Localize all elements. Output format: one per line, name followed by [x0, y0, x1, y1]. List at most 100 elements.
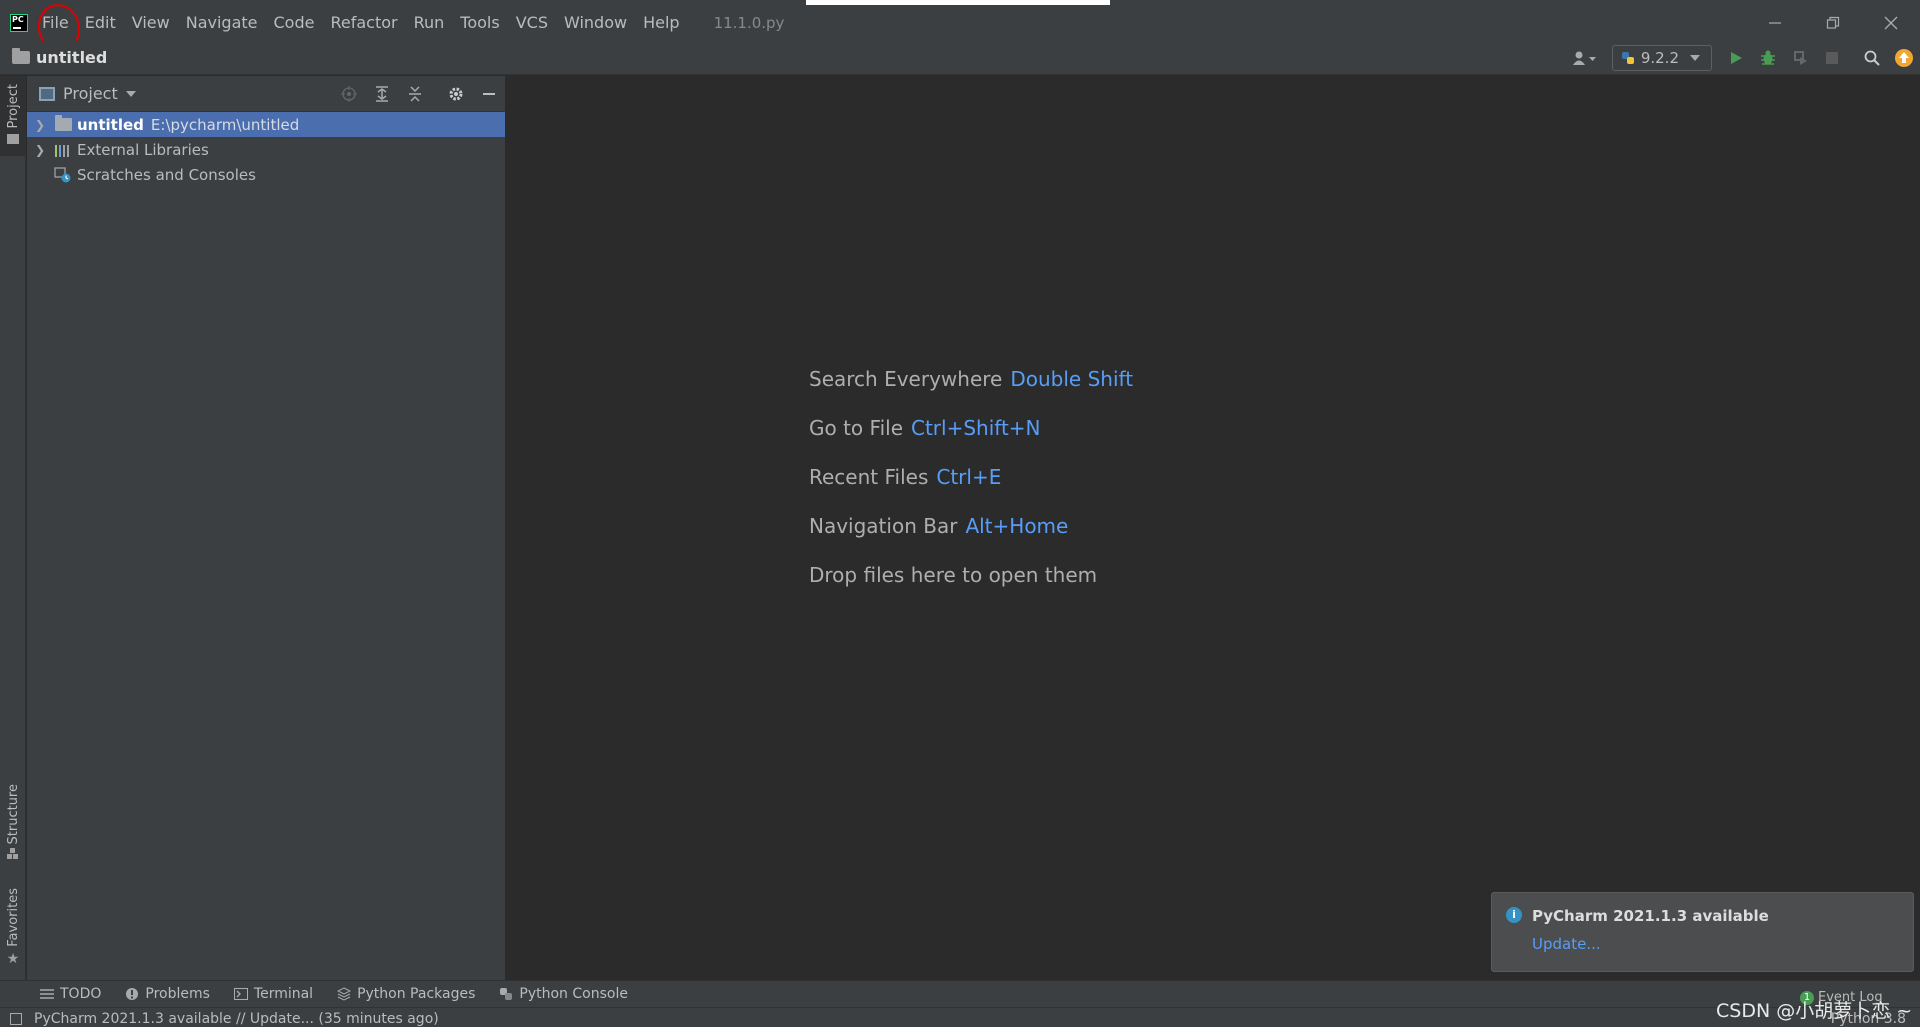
- python-icon: [499, 987, 513, 1001]
- hint-go-to-file: Go to File Ctrl+Shift+N: [809, 416, 1041, 440]
- scratches-icon: [53, 166, 73, 183]
- close-window-button[interactable]: [1862, 5, 1920, 41]
- update-notification: i PyCharm 2021.1.3 available Update...: [1491, 892, 1914, 972]
- menu-run[interactable]: Run: [406, 9, 453, 37]
- tool-tab-python-console[interactable]: Python Console: [499, 986, 628, 1002]
- account-button[interactable]: [1564, 41, 1606, 75]
- locate-file-button[interactable]: [332, 76, 365, 112]
- tool-tab-python-packages[interactable]: Python Packages: [337, 986, 475, 1002]
- tool-tab-terminal[interactable]: Terminal: [233, 986, 313, 1002]
- list-icon: [40, 987, 54, 1001]
- hint-drop-files: Drop files here to open them: [809, 563, 1098, 587]
- run-button[interactable]: [1720, 41, 1752, 75]
- window-controls: [1746, 5, 1920, 41]
- folder-icon: [53, 115, 73, 133]
- structure-icon: [7, 848, 18, 860]
- tree-item-project-root[interactable]: ❯ untitled E:\pycharm\untitled: [27, 112, 505, 137]
- update-button[interactable]: [1888, 41, 1920, 75]
- coverage-button[interactable]: [1784, 41, 1816, 75]
- menu-window[interactable]: Window: [556, 9, 635, 37]
- info-icon: i: [1506, 907, 1522, 923]
- toolbar-right: 9.2.2: [1564, 41, 1920, 75]
- gear-icon: [449, 87, 462, 101]
- tool-tab-label: TODO: [60, 986, 102, 1002]
- tool-tab-todo[interactable]: TODO: [40, 986, 101, 1002]
- minimize-panel-icon: [482, 93, 495, 95]
- project-panel-tools: [332, 76, 505, 112]
- menu-edit[interactable]: Edit: [77, 9, 124, 37]
- tool-tab-project[interactable]: Project: [0, 76, 26, 156]
- left-tool-stripe: Project Structure Favorites ★: [0, 76, 26, 980]
- menu-view[interactable]: View: [124, 9, 178, 37]
- update-arrow-icon: [1895, 49, 1913, 67]
- run-configuration-select[interactable]: 9.2.2: [1611, 45, 1712, 71]
- tree-item-external-libraries[interactable]: ❯ External Libraries: [27, 137, 505, 162]
- window-title: 11.1.0.py: [713, 14, 785, 32]
- tree-item-scratches[interactable]: Scratches and Consoles: [27, 162, 505, 187]
- tool-tab-problems[interactable]: Problems: [125, 986, 210, 1002]
- libraries-icon: [53, 142, 73, 158]
- chevron-down-icon: [1690, 55, 1700, 61]
- editor-area[interactable]: [507, 76, 1920, 980]
- coverage-icon: [1794, 51, 1807, 65]
- folder-icon: [12, 48, 30, 64]
- hint-recent-files: Recent Files Ctrl+E: [809, 465, 1002, 489]
- stop-icon: [1826, 52, 1838, 64]
- tool-tab-favorites-label: Favorites: [5, 888, 21, 947]
- chevron-down-icon[interactable]: [124, 89, 138, 99]
- project-view-selector[interactable]: Project: [63, 84, 118, 103]
- hint-search-everywhere: Search Everywhere Double Shift: [809, 367, 1134, 391]
- status-message[interactable]: PyCharm 2021.1.3 available // Update... …: [34, 1011, 439, 1027]
- bottom-tool-stripe: TODO Problems Terminal Python Packages P…: [0, 980, 1920, 1007]
- menu-code[interactable]: Code: [266, 9, 323, 37]
- target-icon: [340, 86, 357, 102]
- restore-button[interactable]: [1804, 5, 1862, 41]
- collapse-all-button[interactable]: [398, 76, 431, 112]
- terminal-icon: [233, 987, 248, 1001]
- menu-tools[interactable]: Tools: [452, 9, 507, 37]
- tool-tab-favorites[interactable]: Favorites ★: [0, 888, 26, 967]
- tool-tab-label: Problems: [145, 986, 210, 1002]
- navigation-bar: untitled 9.2.2: [0, 41, 1920, 75]
- chevron-right-icon[interactable]: ❯: [33, 118, 47, 132]
- toggle-tool-windows-icon[interactable]: [10, 1013, 22, 1025]
- breadcrumb-project[interactable]: untitled: [36, 48, 107, 67]
- collapse-all-icon: [408, 86, 421, 102]
- packages-icon: [337, 987, 352, 1001]
- hint-navigation-bar: Navigation Bar Alt+Home: [809, 514, 1069, 538]
- editor-empty-hints: Search Everywhere Double Shift Go to File…: [809, 367, 1133, 612]
- run-configuration-label: 9.2.2: [1640, 49, 1679, 67]
- expand-all-icon: [375, 86, 388, 102]
- menu-vcs[interactable]: VCS: [508, 9, 556, 37]
- project-tool-window: Project ❯ untitled E:\pycharm\untitled ❯…: [27, 76, 506, 980]
- search-everywhere-button[interactable]: [1856, 41, 1888, 75]
- menu-bar: File Edit View Navigate Code Refactor Ru…: [0, 5, 1920, 41]
- project-panel-header: Project: [27, 76, 505, 112]
- minimize-button[interactable]: [1746, 5, 1804, 41]
- pycharm-logo-icon: [10, 14, 28, 32]
- menu-navigate[interactable]: Navigate: [178, 9, 266, 37]
- update-link[interactable]: Update...: [1532, 935, 1601, 953]
- expand-all-button[interactable]: [365, 76, 398, 112]
- star-icon: ★: [6, 950, 20, 967]
- bug-icon: [1761, 50, 1775, 65]
- close-icon: [1884, 16, 1898, 30]
- user-icon: [1572, 51, 1596, 65]
- notification-title: PyCharm 2021.1.3 available: [1532, 907, 1769, 925]
- tool-tab-structure[interactable]: Structure: [0, 784, 26, 860]
- menu-help[interactable]: Help: [635, 9, 687, 37]
- restore-icon: [1826, 16, 1840, 29]
- chevron-right-icon[interactable]: ❯: [33, 143, 47, 157]
- project-view-icon: [39, 86, 55, 101]
- hide-panel-button[interactable]: [472, 76, 505, 112]
- menu-refactor[interactable]: Refactor: [322, 9, 405, 37]
- debug-button[interactable]: [1752, 41, 1784, 75]
- tree-item-path: E:\pycharm\untitled: [150, 115, 300, 134]
- problems-icon: [125, 987, 139, 1001]
- panel-settings-button[interactable]: [439, 76, 472, 112]
- tool-tab-project-label: Project: [5, 84, 21, 129]
- stop-button[interactable]: [1816, 41, 1848, 75]
- tree-item-label: Scratches and Consoles: [77, 165, 256, 184]
- status-bar: PyCharm 2021.1.3 available // Update... …: [0, 1007, 1920, 1027]
- run-icon: [1731, 52, 1742, 64]
